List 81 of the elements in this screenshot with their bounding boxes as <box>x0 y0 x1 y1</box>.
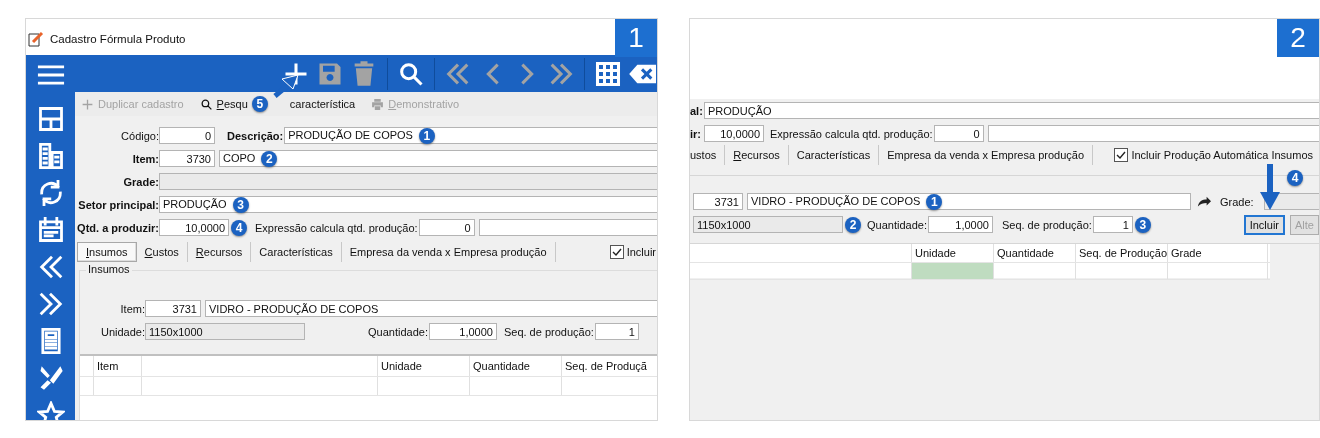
field-label: al: <box>690 104 704 117</box>
quantity-field[interactable]: 10,0000 <box>159 219 229 236</box>
callout-number: 4 <box>231 219 247 236</box>
column-header[interactable]: Seq. de Produção <box>1076 244 1168 262</box>
item-name-field[interactable]: VIDRO - PRODUÇÃO DE COPOS 1 <box>747 193 1191 210</box>
action-button[interactable]: Incluir <box>1243 214 1286 235</box>
action-button[interactable]: Pesqu <box>197 97 250 111</box>
tab[interactable]: Características <box>788 145 880 165</box>
callout-number: 2 <box>845 216 861 233</box>
field-label: Quantidade: <box>368 325 428 338</box>
callout-number: 2 <box>261 150 278 167</box>
field-label: Expressão calcula qtd. produção: <box>255 221 418 234</box>
item-code-field[interactable]: 3731 <box>145 300 201 317</box>
tab[interactable]: Insumos <box>77 242 137 262</box>
field-label: Item: <box>131 152 159 165</box>
field-label: Seq. de produção: <box>1001 218 1092 231</box>
callout-number: 3 <box>232 196 249 213</box>
field-label: ir: <box>690 127 702 140</box>
item-name-field[interactable]: COPO 2 <box>219 150 657 167</box>
field-label: Setor principal: <box>77 198 159 211</box>
tab[interactable]: Empresa da venda x Empresa produção <box>879 145 1094 165</box>
window-title: Cadastro Fórmula Produto <box>50 33 186 45</box>
field-label: Qtd. a produzir: <box>76 221 159 234</box>
search-icon <box>199 97 213 111</box>
checkbox-label: Incluir Produção Automática Insumos <box>1131 149 1313 161</box>
field-label: Grade: <box>122 175 159 188</box>
step-badge: 2 <box>1277 19 1319 57</box>
checkbox[interactable] <box>1114 148 1129 162</box>
column-header[interactable]: Item <box>94 356 142 376</box>
checkbox[interactable] <box>609 245 624 259</box>
sector-field[interactable]: PRODUÇÃO 3 <box>159 196 657 213</box>
printer-icon <box>371 97 385 111</box>
field-label: Quantidade: <box>867 218 927 231</box>
sector-field[interactable]: PRODUÇÃO <box>704 102 1319 119</box>
table-cell[interactable] <box>912 263 994 279</box>
tab[interactable]: Características <box>251 242 342 262</box>
sequence-field[interactable]: 1 <box>594 323 639 340</box>
item-code-field[interactable]: 3731 <box>693 193 743 210</box>
item-name-field[interactable]: VIDRO - PRODUÇÃO DE COPOS <box>205 300 657 317</box>
checkbox-label: Incluir <box>626 246 656 258</box>
column-header[interactable]: Quantidade <box>470 356 562 376</box>
field-label: Expressão calcula qtd. produção: <box>770 127 933 140</box>
field-label: Item: <box>119 302 145 315</box>
callout-number: 3 <box>1134 216 1151 233</box>
field-label: Seq. de produção: <box>503 325 594 338</box>
column-header[interactable]: Quantidade <box>994 244 1076 262</box>
tab[interactable]: Custos <box>136 242 188 262</box>
group-title: Insumos <box>86 263 132 275</box>
tab[interactable]: Empresa da venda x Empresa produção <box>341 242 556 262</box>
tab[interactable]: ustos <box>690 145 726 165</box>
step-badge: 1 <box>615 19 657 57</box>
column-header[interactable]: Unidade <box>378 356 470 376</box>
action-label: característica <box>288 98 357 110</box>
tab[interactable]: Recursos <box>187 242 252 262</box>
field-label: Grade: <box>1220 195 1254 208</box>
expression-field[interactable]: 0 <box>418 219 475 236</box>
expression-field[interactable]: 0 <box>933 125 984 142</box>
item-code-field[interactable]: 3730 <box>159 150 215 167</box>
quantity-field[interactable]: 10,0000 <box>704 125 764 142</box>
unit-field: 1150x1000 <box>145 323 305 340</box>
quantity-field[interactable]: 1,0000 <box>428 323 497 340</box>
callout-number: 5 <box>251 96 268 112</box>
expression-text-field[interactable] <box>478 219 657 236</box>
field-label: Unidade: <box>99 325 145 338</box>
column-header[interactable]: Unidade <box>912 244 994 262</box>
app-icon <box>28 31 44 47</box>
description-field[interactable]: PRODUÇÃO DE COPOS 1 <box>284 127 657 144</box>
quantity-field[interactable]: 1,0000 <box>927 216 993 233</box>
callout-number: 1 <box>926 193 943 210</box>
code-field[interactable]: 0 <box>159 127 215 144</box>
column-header[interactable]: Seq. de Produçã <box>562 356 657 376</box>
unit-field: 1150x1000 <box>693 216 843 233</box>
field-label: Descrição: <box>227 129 284 142</box>
sequence-field[interactable]: 1 <box>1092 216 1133 233</box>
callout-number: 1 <box>418 127 435 144</box>
column-header[interactable]: Grade <box>1168 244 1268 262</box>
tab[interactable]: Recursos <box>725 145 789 165</box>
expression-text-field[interactable] <box>987 125 1319 142</box>
field-label: Código: <box>120 129 159 142</box>
callout-arrow <box>1258 162 1282 212</box>
plus-icon <box>81 97 94 111</box>
